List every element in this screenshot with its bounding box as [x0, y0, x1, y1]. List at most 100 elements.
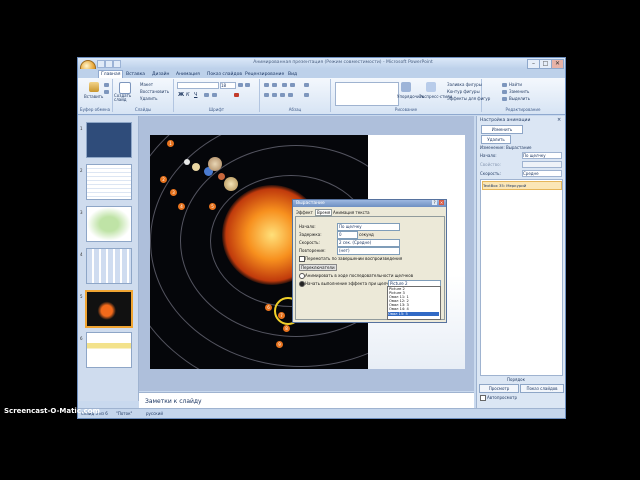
strikethrough-icon[interactable] [204, 93, 209, 97]
orbit-marker-6[interactable]: 6 [265, 304, 272, 311]
slide-thumbnail-2[interactable] [86, 164, 132, 200]
numbering-icon[interactable] [272, 83, 277, 87]
font-name-field[interactable] [177, 82, 219, 89]
slide-thumbnail-1[interactable] [86, 122, 132, 158]
find-button[interactable]: Найти [509, 82, 522, 87]
select-button[interactable]: Выделить [509, 96, 530, 101]
triggers-button[interactable]: Переключатели [299, 264, 337, 271]
orbit-marker-8[interactable]: 8 [283, 325, 290, 332]
speed-select[interactable]: 2 сек. (Средне) [337, 239, 400, 247]
dialog-close-icon[interactable]: × [439, 200, 444, 205]
italic-button[interactable]: К [186, 92, 190, 98]
replace-icon[interactable] [502, 90, 507, 94]
align-center-icon[interactable] [272, 93, 277, 97]
orbit-marker-4[interactable]: 4 [178, 203, 185, 210]
select-icon[interactable] [502, 97, 507, 101]
paste-icon[interactable] [89, 82, 99, 92]
shape-fill-button[interactable]: Заливка фигуры [447, 82, 482, 87]
close-button[interactable]: ✕ [551, 59, 564, 69]
replace-button[interactable]: Заменить [509, 89, 529, 94]
copy-icon[interactable] [104, 90, 109, 94]
increase-indent-icon[interactable] [290, 83, 295, 87]
cut-icon[interactable] [104, 83, 109, 87]
reorder-label: Порядок [507, 377, 526, 382]
animation-list-item[interactable]: TextBox 35: Меркурий [482, 181, 562, 190]
autopreview-checkbox[interactable] [480, 395, 486, 401]
tab-design[interactable]: Дизайн [150, 71, 171, 78]
repeat-select[interactable]: (нет) [337, 247, 400, 255]
shape-outline-button[interactable]: Контур фигуры [447, 89, 480, 94]
save-icon[interactable] [97, 60, 105, 68]
start-label: Начало: [299, 224, 316, 229]
dialog-title-bar: Вырастание ? × [293, 200, 446, 207]
tab-home[interactable]: Главная [98, 70, 124, 78]
bold-button[interactable]: Ж [178, 92, 184, 98]
grow-font-icon[interactable] [238, 83, 243, 87]
group-label: Слайды [134, 107, 152, 112]
speed-select[interactable]: Средне [522, 170, 562, 177]
orbit-marker-5[interactable]: 5 [209, 203, 216, 210]
help-icon[interactable]: ? [432, 200, 437, 205]
tab-text-animation[interactable]: Анимация текста [333, 210, 370, 215]
decrease-indent-icon[interactable] [282, 83, 287, 87]
align-left-icon[interactable] [264, 93, 269, 97]
tab-timing[interactable]: Время [315, 209, 333, 216]
ribbon-tabs: Главная Вставка Дизайн Анимация Показ сл… [78, 69, 565, 78]
remove-effect-button[interactable]: Удалить [481, 135, 511, 144]
tab-insert[interactable]: Вставка [124, 71, 147, 78]
align-right-icon[interactable] [280, 93, 285, 97]
reset-button[interactable]: Восстановить [140, 89, 169, 94]
mercury[interactable] [184, 159, 190, 165]
font-color-icon[interactable] [234, 93, 239, 97]
tab-slideshow[interactable]: Показ слайдов [205, 71, 244, 78]
autopreview-label: Автопросмотр [487, 395, 518, 400]
orbit-marker-2[interactable]: 2 [160, 176, 167, 183]
text-direction-icon[interactable] [304, 83, 309, 87]
arrange-icon[interactable] [401, 82, 411, 92]
change-effect-button[interactable]: Изменить [481, 125, 523, 134]
new-slide-button[interactable]: Создать слайд [114, 94, 138, 102]
slideshow-button[interactable]: Показ слайдов [520, 384, 564, 393]
font-size-field[interactable]: 18 [220, 82, 236, 89]
tab-view[interactable]: Вид [286, 71, 299, 78]
mars[interactable] [218, 173, 225, 180]
justify-icon[interactable] [288, 93, 293, 97]
notes-placeholder: Заметки к слайду [145, 398, 202, 405]
group-font: 18 Ж К Ч Шрифт [174, 79, 260, 112]
orbit-marker-3[interactable]: 3 [170, 189, 177, 196]
quick-styles-icon[interactable] [426, 82, 436, 92]
shapes-gallery[interactable] [335, 82, 399, 106]
orbit-marker-9[interactable]: 9 [276, 341, 283, 348]
columns-icon[interactable] [304, 93, 309, 97]
preview-button[interactable]: Просмотр [479, 384, 519, 393]
delay-input[interactable]: 0 [337, 231, 358, 239]
slide-thumbnail-4[interactable] [86, 248, 132, 284]
slide-thumbnail-3[interactable] [86, 206, 132, 242]
layout-button[interactable]: Макет [140, 82, 153, 87]
shrink-font-icon[interactable] [245, 83, 250, 87]
slide-thumbnail-6[interactable] [86, 332, 132, 368]
start-select[interactable]: По щелчку [522, 152, 562, 159]
window-title: Анимированная презентация (Режим совмест… [253, 60, 433, 65]
slide-thumbnail-5[interactable] [85, 290, 133, 328]
title-bar: Анимированная презентация (Режим совмест… [78, 58, 565, 76]
saturn[interactable] [224, 177, 238, 191]
tab-review[interactable]: Рецензирование [243, 71, 286, 78]
redo-icon[interactable] [113, 60, 121, 68]
undo-icon[interactable] [105, 60, 113, 68]
dropdown-option-highlighted[interactable]: Овал 15: 5 [388, 312, 439, 316]
shadow-icon[interactable] [212, 93, 217, 97]
jupiter[interactable] [208, 157, 222, 171]
paste-button[interactable]: Вставить [84, 94, 103, 99]
bullets-icon[interactable] [264, 83, 269, 87]
start-select[interactable]: По щелчку [337, 223, 400, 231]
tab-effect[interactable]: Эффект [296, 210, 313, 215]
orbit-marker-1[interactable]: 1 [167, 140, 174, 147]
venus[interactable] [192, 163, 200, 171]
taskpane-close-icon[interactable]: × [557, 117, 561, 123]
dropdown-option[interactable]: Овал 14: 4 [389, 307, 409, 311]
underline-button[interactable]: Ч [194, 92, 197, 98]
delete-slide-button[interactable]: Удалить [140, 96, 158, 101]
find-icon[interactable] [502, 83, 507, 87]
tab-animation[interactable]: Анимация [174, 71, 202, 78]
